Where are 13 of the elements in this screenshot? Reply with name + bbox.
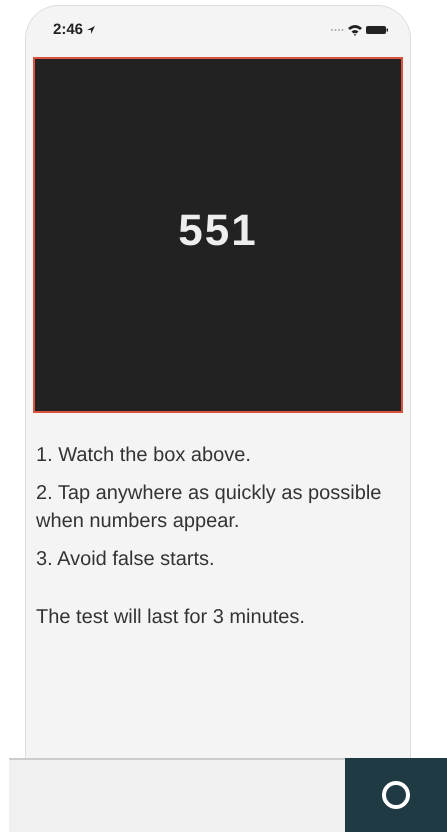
battery-icon	[366, 24, 388, 34]
stimulus-number: 551	[178, 206, 258, 256]
instruction-text: 3. Avoid false starts.	[36, 547, 216, 572]
signal-dots-icon	[330, 28, 344, 32]
instruction-text: 1. Watch the box above.	[36, 443, 252, 468]
home-button[interactable]	[345, 758, 447, 832]
location-arrow-icon	[86, 24, 96, 34]
duration-note: The test will last for 3 minutes.	[36, 605, 306, 630]
stimulus-box[interactable]: 551	[33, 57, 403, 413]
instruction-text: 2. Tap anywhere as quickly as possible when numbers appear.	[36, 481, 382, 534]
wifi-icon	[347, 24, 363, 36]
circle-icon	[381, 780, 411, 810]
status-time: 2:46	[53, 21, 84, 38]
